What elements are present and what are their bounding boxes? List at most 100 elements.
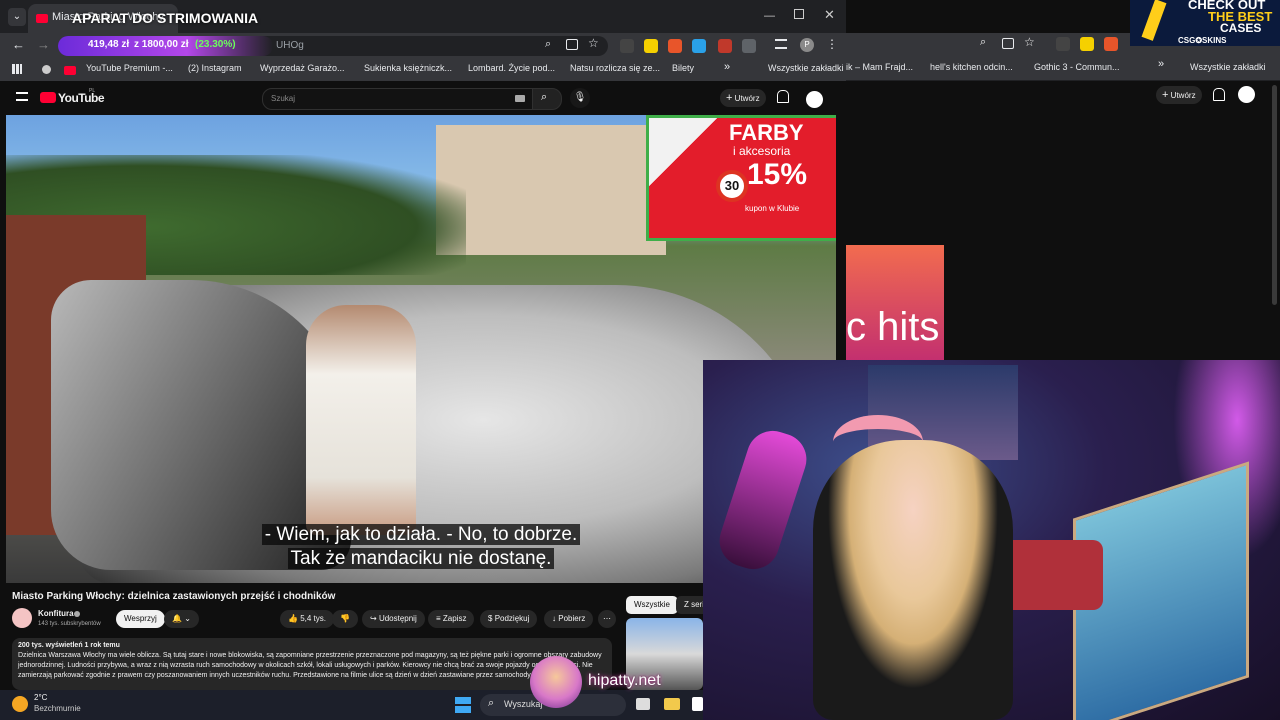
extension-icon-5[interactable] xyxy=(718,39,732,53)
youtube-search-input[interactable]: Szukaj xyxy=(262,88,534,110)
zoom-icon[interactable]: ⌕ xyxy=(545,38,551,51)
youtube-favicon-icon xyxy=(36,14,48,23)
bookmark-item[interactable]: ik – Mam Frajd... xyxy=(846,62,913,72)
url-text: UHOg xyxy=(276,40,304,51)
channel-name[interactable]: Konfitura xyxy=(38,609,74,618)
search-button[interactable]: ⌕ xyxy=(532,88,562,110)
bookmarks-more-button[interactable]: » xyxy=(1158,58,1164,70)
download-button[interactable]: ↓ Pobierz xyxy=(544,610,594,628)
store-icon[interactable] xyxy=(692,697,703,711)
reading-list-icon[interactable] xyxy=(775,39,787,49)
sponsor-ad: CHECK OUT THE BEST CASES CSG✪SKINS xyxy=(1130,0,1280,46)
bookmarks-bar: YouTube Premium -... (2) Instagram Wyprz… xyxy=(0,59,846,82)
video-description[interactable]: 200 tys. wyświetleń 1 rok temu Dzielnica… xyxy=(12,638,612,690)
weather-temperature: 2°C xyxy=(34,693,48,702)
all-bookmarks-folder[interactable]: Wszystkie zakładki xyxy=(1190,62,1266,72)
voice-search-icon[interactable]: 🎙 xyxy=(570,88,590,108)
stream-title-overlay: APARAT DO STRIMOWANIA xyxy=(72,10,259,26)
share-label: Udostępnij xyxy=(378,614,417,623)
bookmark-item[interactable]: Wyprzedaż Garażo... xyxy=(260,63,344,73)
notifications-bell-icon[interactable] xyxy=(777,90,789,103)
plus-icon: + xyxy=(726,92,733,104)
like-button[interactable]: 👍 5,4 tys. xyxy=(280,610,334,628)
minimize-icon[interactable]: — xyxy=(764,10,775,22)
subtitle-line-1: - Wiem, jak to działa. - No, to dobrze. xyxy=(261,524,581,545)
right-bookmarks-bar: ik – Mam Frajd... hell's kitchen odcin..… xyxy=(846,55,1280,81)
maximize-icon[interactable] xyxy=(794,9,804,19)
account-avatar[interactable] xyxy=(804,89,825,110)
person xyxy=(306,305,416,535)
extension-icon-1[interactable] xyxy=(620,39,634,53)
extension-icon-3[interactable] xyxy=(668,39,682,53)
cat-ear-headphones xyxy=(833,415,923,469)
donation-goal: z 1800,00 zł xyxy=(134,39,189,50)
share-button[interactable]: ↪ Udostępnij xyxy=(362,610,425,628)
save-button[interactable]: ≡ Zapisz xyxy=(428,610,475,628)
bookmarks-more-button[interactable]: » xyxy=(724,61,730,73)
bookmark-item[interactable]: (2) Instagram xyxy=(188,63,242,73)
notifications-bell-icon[interactable] xyxy=(1213,88,1225,101)
weather-icon[interactable] xyxy=(12,696,28,712)
extension-icon[interactable] xyxy=(1080,37,1094,51)
verified-icon xyxy=(74,611,80,617)
extensions-puzzle-icon[interactable] xyxy=(742,39,756,53)
extension-icon[interactable] xyxy=(1104,37,1118,51)
tab-search-button[interactable]: ⌄ xyxy=(8,8,26,26)
keyboard-icon[interactable] xyxy=(515,95,525,102)
bookmark-item[interactable]: Lombard. Życie pod... xyxy=(468,63,555,73)
scrollbar[interactable] xyxy=(1272,85,1277,305)
extension-icon-4[interactable] xyxy=(692,39,706,53)
task-view-icon[interactable] xyxy=(636,698,650,710)
thumb-down-icon: 👎 xyxy=(340,614,350,623)
bookmark-star-icon[interactable]: ☆ xyxy=(588,36,599,50)
bookmark-star-icon[interactable]: ☆ xyxy=(1024,35,1035,49)
forward-icon[interactable]: → xyxy=(37,37,50,52)
more-actions-button[interactable]: ⋯ xyxy=(598,610,616,628)
bookmark-item[interactable]: Sukienka księżniczk... xyxy=(364,63,452,73)
bookmark-item[interactable]: Natsu rozlicza się ze... xyxy=(570,63,660,73)
bell-icon: 🔔 xyxy=(172,614,182,623)
bookmark-item[interactable]: YouTube Premium -... xyxy=(86,63,173,73)
microphone xyxy=(712,424,814,576)
apps-grid-icon[interactable] xyxy=(12,64,22,74)
thanks-button[interactable]: $ Podziękuj xyxy=(480,610,538,628)
youtube-region: PL xyxy=(89,88,96,94)
hamburger-menu-icon[interactable] xyxy=(16,92,28,101)
account-avatar[interactable] xyxy=(1238,86,1255,103)
save-icon: ≡ xyxy=(436,614,441,623)
views-meta: 200 tys. wyświetleń 1 rok temu xyxy=(18,642,120,649)
donation-percent: (23.30%) xyxy=(195,39,236,50)
filter-chip-all[interactable]: Wszystkie xyxy=(626,596,678,614)
bookmark-item[interactable]: Gothic 3 - Commun... xyxy=(1034,62,1120,72)
file-explorer-icon[interactable] xyxy=(664,698,680,710)
like-count: 5,4 tys. xyxy=(300,614,326,623)
extension-icons xyxy=(620,39,770,53)
thumb-up-icon: 👍 xyxy=(288,614,298,623)
bookmark-favicon-icon[interactable] xyxy=(42,65,51,74)
create-button[interactable]: + Utwórz xyxy=(1156,86,1202,104)
windows-start-icon[interactable] xyxy=(455,697,471,713)
create-button[interactable]: + Utwórz xyxy=(720,89,766,107)
close-icon[interactable]: ✕ xyxy=(824,7,835,23)
extension-icon-2[interactable] xyxy=(644,39,658,53)
notifications-toggle[interactable]: 🔔 ⌄ xyxy=(164,610,199,628)
zoom-icon[interactable]: ⌕ xyxy=(980,36,986,49)
bookmark-item[interactable]: hell's kitchen odcin... xyxy=(930,62,1013,72)
back-icon[interactable]: ← xyxy=(12,37,25,52)
search-placeholder: Szukaj xyxy=(271,94,296,103)
profile-avatar[interactable]: P xyxy=(800,38,814,52)
extension-icon[interactable] xyxy=(1056,37,1070,51)
browser-menu-icon[interactable]: ⋮ xyxy=(826,37,838,51)
channel-avatar[interactable] xyxy=(12,608,32,628)
windows-taskbar: 2°C Bezchmurnie ⌕ Wyszukaj xyxy=(0,690,703,720)
dislike-button[interactable]: 👎 xyxy=(332,610,358,628)
ad-key-icon xyxy=(1141,0,1167,41)
all-bookmarks-folder[interactable]: Wszystkie zakładki xyxy=(768,63,844,73)
support-button[interactable]: Wesprzyj xyxy=(116,610,165,628)
bookmark-item[interactable]: Bilety xyxy=(672,63,694,73)
install-icon[interactable] xyxy=(1002,38,1014,49)
video-title: Miasto Parking Włochy: dzielnica zastawi… xyxy=(12,591,336,602)
install-icon[interactable] xyxy=(566,39,578,50)
bookmark-youtube-icon[interactable] xyxy=(64,66,76,75)
create-label: Utwórz xyxy=(734,94,760,103)
